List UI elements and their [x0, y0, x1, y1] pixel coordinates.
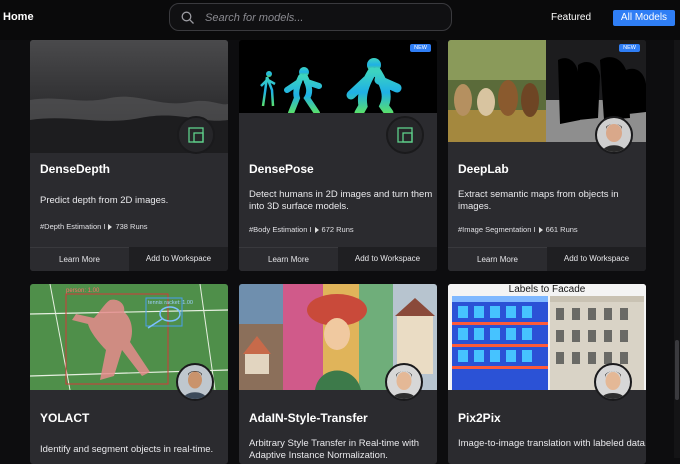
- search-box[interactable]: [169, 3, 452, 31]
- author-avatar[interactable]: [385, 363, 423, 401]
- card-actions: Learn More Add to Workspace: [30, 247, 228, 271]
- image-placeholder-icon: [397, 127, 413, 143]
- model-card-deeplab[interactable]: NEW DeepLab Extract semantic maps from o…: [448, 40, 646, 271]
- all-models-button[interactable]: All Models: [613, 10, 675, 26]
- card-description: Predict depth from 2D images.: [40, 195, 169, 206]
- densepose-thumbnail: NEW: [239, 40, 437, 113]
- card-meta: #Body Estimation I 672 Runs: [249, 225, 354, 234]
- card-meta: #Image Segmentation I 661 Runs: [458, 225, 578, 234]
- search-icon: [181, 11, 194, 24]
- author-avatar[interactable]: [595, 116, 633, 154]
- densedepth-preview-icon-circle: [177, 116, 215, 154]
- card-title[interactable]: DensePose: [249, 162, 314, 176]
- card-title[interactable]: DeepLab: [458, 162, 509, 176]
- card-actions: Learn More Add to Workspace: [448, 247, 646, 271]
- card-runs: 738 Runs: [115, 222, 148, 231]
- card-description: Detect humans in 2D images and turn them…: [249, 189, 433, 212]
- add-to-workspace-button[interactable]: Add to Workspace: [338, 247, 437, 271]
- new-badge: NEW: [410, 44, 431, 52]
- author-avatar[interactable]: [594, 363, 632, 401]
- model-card-pix2pix[interactable]: Labels to Facade Pix2Pix Image-to-image …: [448, 284, 646, 464]
- learn-more-button[interactable]: Learn More: [30, 247, 129, 271]
- card-title[interactable]: YOLACT: [40, 411, 89, 425]
- home-link[interactable]: Home: [3, 11, 34, 23]
- add-to-workspace-button[interactable]: Add to Workspace: [547, 247, 646, 271]
- card-description: Extract semantic maps from objects in im…: [458, 189, 619, 212]
- scrollbar-thumb[interactable]: [675, 340, 679, 400]
- card-meta: #Depth Estimation I 738 Runs: [40, 222, 148, 231]
- search-input[interactable]: [203, 9, 447, 27]
- model-card-densepose[interactable]: NEW DensePose Detect humans in 2D images…: [239, 40, 437, 271]
- card-description: Arbitrary Style Transfer in Real-time wi…: [249, 438, 419, 461]
- card-tag[interactable]: #Body Estimation I: [249, 225, 312, 234]
- featured-link[interactable]: Featured: [551, 12, 591, 23]
- learn-more-button[interactable]: Learn More: [448, 247, 547, 271]
- card-actions: Learn More Add to Workspace: [239, 247, 437, 271]
- model-card-yolact[interactable]: person: 1.00 tennis racket: 1.00 YOLACT …: [30, 284, 228, 464]
- card-runs: 672 Runs: [321, 225, 354, 234]
- card-title[interactable]: Pix2Pix: [458, 411, 501, 425]
- yolact-racket-label: tennis racket: 1.00: [148, 300, 193, 306]
- model-card-adain-style-transfer[interactable]: AdaIN-Style-Transfer Arbitrary Style Tra…: [239, 284, 437, 464]
- card-tag[interactable]: #Depth Estimation I: [40, 222, 105, 231]
- card-runs: 661 Runs: [545, 225, 578, 234]
- pix2pix-caption: Labels to Facade: [509, 284, 586, 295]
- new-badge: NEW: [619, 44, 640, 52]
- author-avatar[interactable]: [176, 363, 214, 401]
- play-icon: [108, 224, 113, 231]
- card-tag[interactable]: #Image Segmentation I: [458, 225, 536, 234]
- card-description: Identify and segment objects in real-tim…: [40, 444, 214, 455]
- page-scrollbar[interactable]: [674, 40, 680, 458]
- add-to-workspace-button[interactable]: Add to Workspace: [129, 247, 228, 271]
- densepose-preview-icon-circle: [386, 116, 424, 154]
- learn-more-button[interactable]: Learn More: [239, 247, 338, 271]
- card-title[interactable]: DenseDepth: [40, 162, 110, 176]
- model-card-densedepth[interactable]: DenseDepth Predict depth from 2D images.…: [30, 40, 228, 271]
- card-description: Image-to-image translation with labeled …: [458, 438, 646, 449]
- play-icon: [538, 227, 543, 234]
- card-title[interactable]: AdaIN-Style-Transfer: [249, 411, 368, 425]
- yolact-person-label: person: 1.00: [66, 288, 100, 294]
- play-icon: [314, 227, 319, 234]
- image-placeholder-icon: [188, 127, 204, 143]
- top-navigation-bar: Home Featured All Models: [0, 0, 680, 40]
